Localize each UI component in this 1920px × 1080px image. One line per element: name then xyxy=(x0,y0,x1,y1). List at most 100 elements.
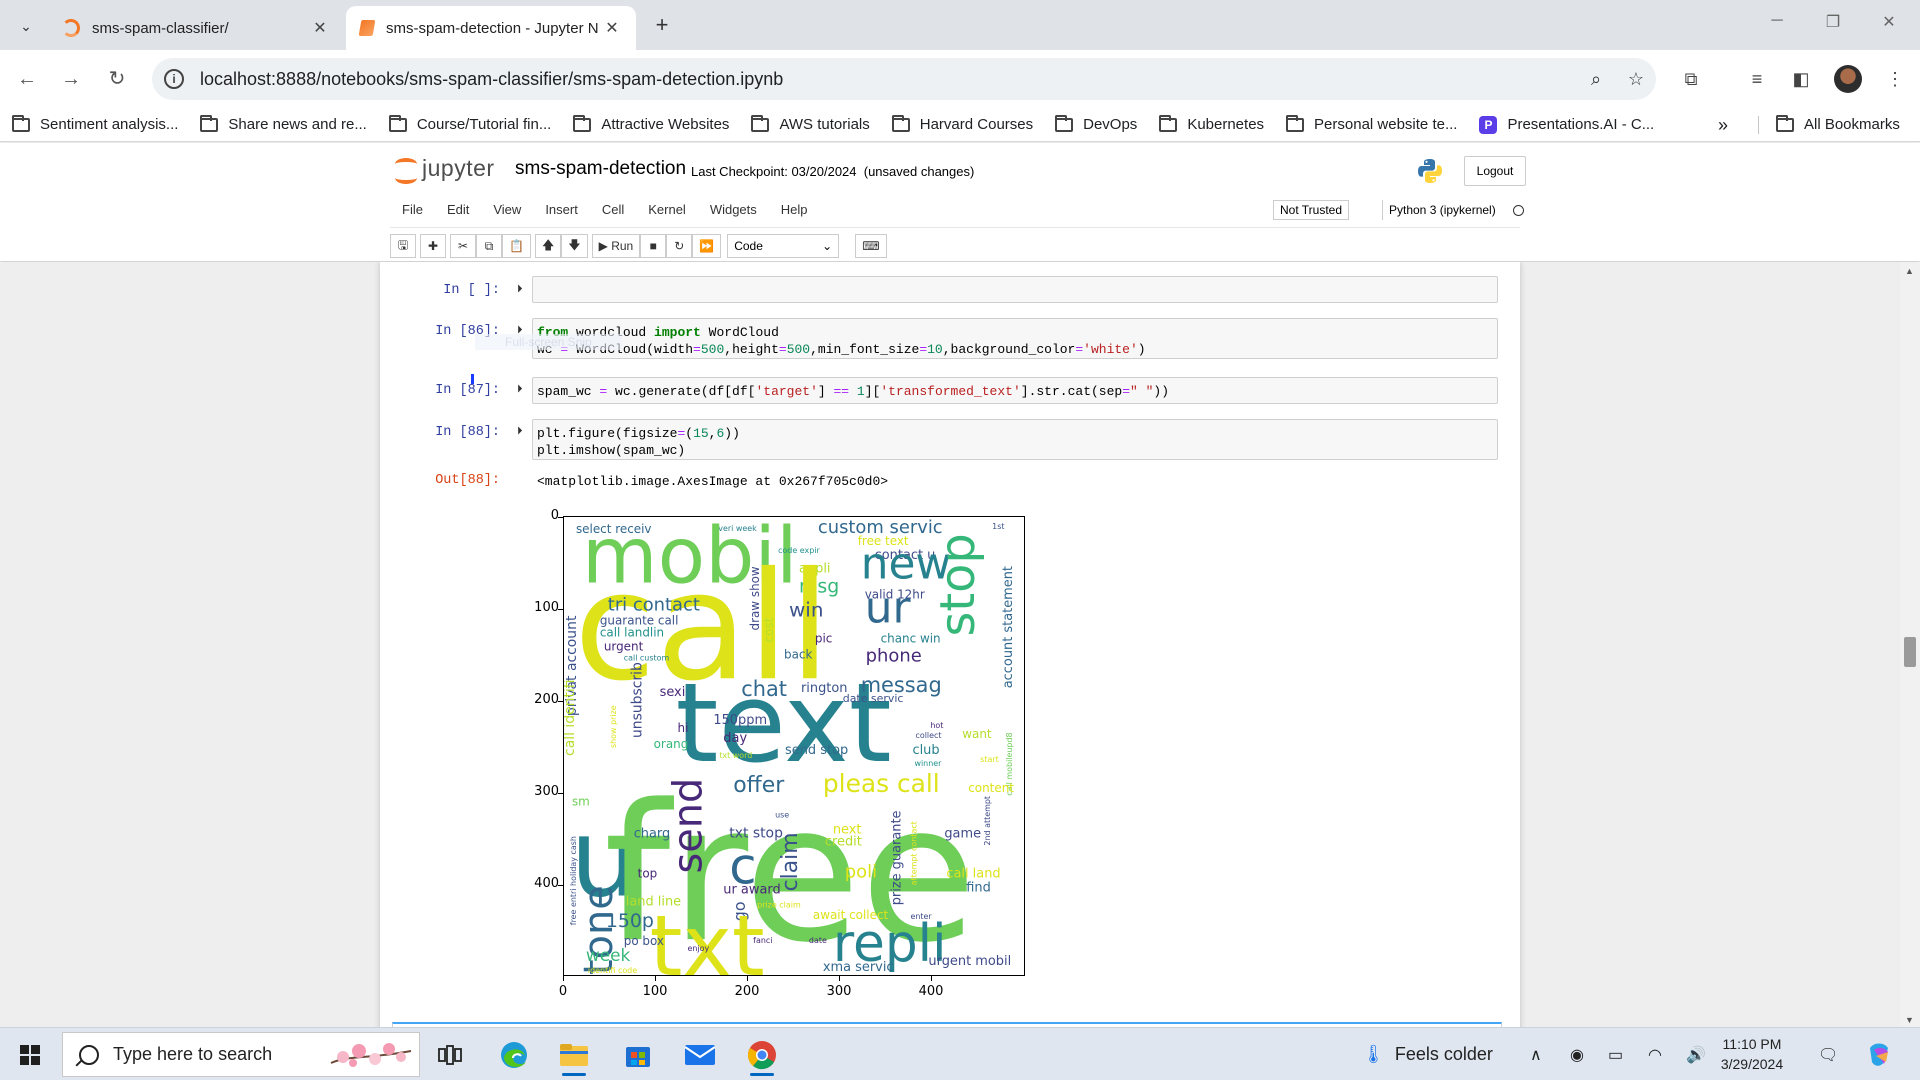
task-view-icon[interactable] xyxy=(428,1034,472,1076)
show-hidden-icons-chevron-icon[interactable]: ∧ xyxy=(1530,1028,1542,1080)
profile-avatar[interactable] xyxy=(1834,65,1862,93)
x-tick-label: 400 xyxy=(918,984,944,999)
media-control-icon[interactable]: ≡ xyxy=(1742,64,1772,94)
move-up-button[interactable]: 🡅 xyxy=(534,234,562,258)
code-cell-input[interactable]: spam_wc = wc.generate(df[df['target'] ==… xyxy=(532,377,1498,404)
scroll-down-icon[interactable]: ▼ xyxy=(1905,1015,1914,1025)
run-cell-icon[interactable]: ⏵ xyxy=(517,425,523,438)
tab-search-chevron-icon[interactable]: ⌄ xyxy=(12,12,40,40)
tab-sms-spam-detection[interactable]: sms-spam-detection - Jupyter N ✕ xyxy=(346,6,636,50)
code-cell-input[interactable]: from wordcloud import WordCloud wc = Wor… xyxy=(532,318,1498,359)
system-clock[interactable]: 11:10 PM 3/29/2024 xyxy=(1712,1034,1792,1074)
restore-icon[interactable]: ❐ xyxy=(1810,12,1856,38)
edge-browser-icon[interactable] xyxy=(492,1034,536,1076)
bookmark-folder[interactable]: Sentiment analysis... xyxy=(12,114,178,133)
windows-start-icon[interactable] xyxy=(20,1045,40,1065)
x-tick-label: 0 xyxy=(558,984,568,999)
window-close-icon[interactable]: ✕ xyxy=(1866,12,1912,38)
vertical-scrollbar[interactable]: ▲ ▼ xyxy=(1900,262,1920,1027)
notification-icon[interactable]: 🗨 xyxy=(1818,1028,1838,1080)
trust-indicator[interactable]: Not Trusted xyxy=(1273,200,1350,220)
menu-insert[interactable]: Insert xyxy=(533,195,590,225)
bookmark-link[interactable]: P Presentations.AI - C... xyxy=(1479,115,1654,134)
bookmark-folder[interactable]: Harvard Courses xyxy=(891,114,1033,133)
insert-cell-button[interactable]: ✚ xyxy=(420,234,446,258)
minimize-icon[interactable]: ─ xyxy=(1754,12,1800,38)
folder-icon xyxy=(388,114,407,132)
svg-text:ur award: ur award xyxy=(723,882,780,897)
bookmark-folder[interactable]: AWS tutorials xyxy=(751,114,870,133)
arrow-down-icon: 🡇 xyxy=(568,237,581,252)
cell-prompt: In [87]: xyxy=(435,383,500,398)
all-bookmarks[interactable]: All Bookmarks xyxy=(1776,108,1900,142)
meet-icon[interactable]: ◉ xyxy=(1570,1028,1584,1080)
bookmark-folder[interactable]: Share news and re... xyxy=(200,114,367,133)
address-bar[interactable]: i localhost:8888/notebooks/sms-spam-clas… xyxy=(152,58,1656,100)
site-info-icon[interactable]: i xyxy=(164,69,184,89)
code-cell-input[interactable] xyxy=(532,276,1498,303)
bookmark-folder[interactable]: Attractive Websites xyxy=(573,114,729,133)
volume-icon[interactable]: 🔊 xyxy=(1686,1028,1706,1080)
notebook-name[interactable]: sms-spam-detection xyxy=(515,158,686,180)
file-explorer-icon[interactable] xyxy=(552,1034,596,1076)
url-text[interactable]: localhost:8888/notebooks/sms-spam-classi… xyxy=(200,69,1576,90)
close-icon[interactable]: ✕ xyxy=(602,18,622,38)
copy-button[interactable]: ⧉ xyxy=(476,234,502,258)
forward-arrow-icon[interactable]: → xyxy=(56,64,86,94)
reload-icon[interactable]: ↻ xyxy=(102,64,132,94)
run-cell-icon[interactable]: ⏵ xyxy=(517,283,523,296)
run-cell-icon[interactable]: ⏵ xyxy=(517,383,523,396)
notebook-scroll-area[interactable]: In [ ]: ⏵ In [86]: ⏵ from wordcloud impo… xyxy=(0,262,1920,1027)
menu-cell[interactable]: Cell xyxy=(590,195,636,225)
kernel-name[interactable]: Python 3 (ipykernel) xyxy=(1382,200,1496,220)
wifi-icon[interactable]: ◠ xyxy=(1648,1028,1662,1080)
cell-type-select[interactable]: Code ⌄ xyxy=(727,234,840,258)
interrupt-button[interactable]: ■ xyxy=(640,234,667,258)
svg-text:150p: 150p xyxy=(606,910,654,932)
battery-icon[interactable]: ▭ xyxy=(1608,1028,1623,1080)
extensions-puzzle-icon[interactable]: ⧉ xyxy=(1676,64,1706,94)
svg-text:show prize: show prize xyxy=(609,705,618,748)
menu-file[interactable]: File xyxy=(390,195,435,225)
close-icon[interactable]: ✕ xyxy=(310,18,330,38)
zoom-magnifier-icon[interactable]: ⌕ xyxy=(1576,69,1616,90)
bookmark-star-icon[interactable]: ☆ xyxy=(1616,69,1656,90)
windows-taskbar: Type here to search 🌡 Feels colder ∧ ◉ ▭… xyxy=(0,1027,1920,1080)
bookmark-folder[interactable]: DevOps xyxy=(1055,114,1137,133)
back-arrow-icon[interactable]: ← xyxy=(12,64,42,94)
bookmark-folder[interactable]: Kubernetes xyxy=(1159,114,1264,133)
side-panel-icon[interactable]: ◧ xyxy=(1786,64,1816,94)
menu-widgets[interactable]: Widgets xyxy=(698,195,769,225)
bookmark-folder[interactable]: Personal website te... xyxy=(1286,114,1457,133)
code-cell-input[interactable]: plt.figure(figsize=(15,6)) plt.imshow(sp… xyxy=(532,419,1498,460)
scrollbar-thumb[interactable] xyxy=(1904,637,1916,667)
command-palette-button[interactable]: ⌨ xyxy=(855,234,887,258)
cut-button[interactable]: ✂ xyxy=(450,234,476,258)
tab-sms-spam-classifier[interactable]: sms-spam-classifier/ ✕ xyxy=(48,6,344,50)
taskbar-search-input[interactable]: Type here to search xyxy=(62,1032,420,1077)
run-button[interactable]: ▶ Run xyxy=(591,234,641,258)
menu-help[interactable]: Help xyxy=(769,195,820,225)
move-down-button[interactable]: 🡇 xyxy=(561,234,588,258)
restart-run-all-button[interactable]: ⏩ xyxy=(692,234,722,258)
menu-edit[interactable]: Edit xyxy=(435,195,481,225)
save-button[interactable]: 🖫 xyxy=(390,234,416,258)
microsoft-store-icon[interactable] xyxy=(616,1034,660,1076)
folder-icon xyxy=(573,114,592,132)
weather-widget[interactable]: 🌡 Feels colder xyxy=(1362,1028,1493,1080)
svg-text:top: top xyxy=(638,866,658,880)
scroll-up-icon[interactable]: ▲ xyxy=(1905,266,1914,276)
menu-view[interactable]: View xyxy=(481,195,533,225)
copilot-icon[interactable] xyxy=(1866,1028,1892,1080)
mail-icon[interactable] xyxy=(678,1034,722,1076)
restart-button[interactable]: ↻ xyxy=(666,234,693,258)
jupyter-logo[interactable]: jupyter xyxy=(394,155,495,184)
more-menu-icon[interactable]: ⋮ xyxy=(1880,64,1910,94)
chrome-browser-icon[interactable] xyxy=(740,1034,784,1076)
bookmark-folder[interactable]: Course/Tutorial fin... xyxy=(388,114,551,133)
menu-kernel[interactable]: Kernel xyxy=(636,195,698,225)
logout-button[interactable]: Logout xyxy=(1464,156,1526,186)
new-tab-plus-icon[interactable]: + xyxy=(648,12,676,40)
paste-button[interactable]: 📋 xyxy=(502,234,531,258)
more-bookmarks-chevron-icon[interactable]: » xyxy=(1718,108,1728,142)
